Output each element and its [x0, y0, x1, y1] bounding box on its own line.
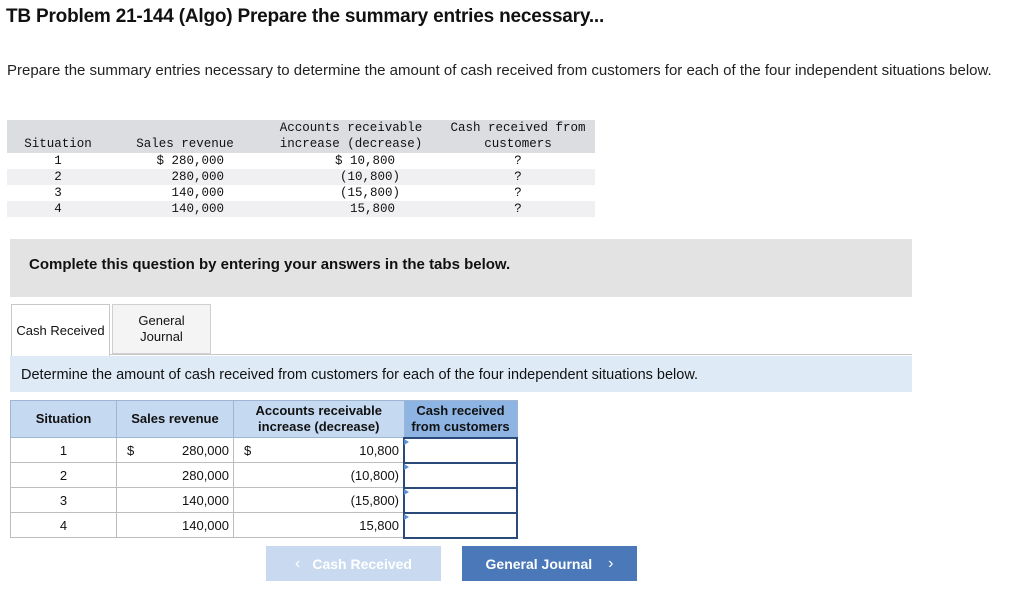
reference-table: Situation Sales revenue Accounts receiva… [7, 120, 595, 217]
ref-cell-cash: ? [441, 169, 595, 185]
table-row: 1 $280,000 $10,800 [10, 436, 518, 464]
next-tab-label: General Journal [485, 555, 593, 572]
chevron-right-icon: › [608, 554, 614, 572]
ref-header-ar: Accounts receivable increase (decrease) [261, 120, 441, 153]
cash-received-input-cell[interactable] [403, 436, 518, 464]
ref-row: 3 140,000 (15,800) ? [7, 185, 595, 201]
ans-cell-sales: 280,000 [116, 462, 234, 488]
ref-cell-situation: 2 [7, 169, 109, 185]
cell-marker-icon [404, 513, 409, 520]
banner-text: Complete this question by entering your … [29, 256, 511, 273]
ans-cell-situation: 3 [10, 487, 117, 513]
ans-cell-situation: 4 [10, 512, 117, 538]
table-row: 3 140,000 (15,800) [10, 486, 518, 514]
ref-cell-cash: ? [514, 186, 522, 200]
ref-cell-sales: $ 280,000 [156, 154, 224, 168]
ref-cell-sales: 140,000 [171, 186, 224, 200]
ans-cell-ar: (15,800) [233, 487, 409, 513]
prev-tab-label: Cash Received [312, 555, 412, 572]
ans-header-situation: Situation [10, 400, 117, 438]
cash-received-input-4[interactable] [405, 514, 516, 536]
ans-header-cash: Cash received from customers [403, 400, 518, 438]
ref-cell-ar: 15,800 [261, 201, 441, 217]
cash-received-input-cell[interactable] [403, 511, 518, 539]
instructions-banner: Complete this question by entering your … [10, 239, 912, 297]
tab-general-journal-label: General Journal [138, 313, 185, 344]
ans-cell-situation: 1 [10, 437, 117, 463]
ref-cell-ar: $ 10,800 [334, 154, 395, 168]
ref-cell-sales: 140,000 [109, 201, 261, 217]
ans-header-ar: Accounts receivable increase (decrease) [233, 400, 405, 438]
ref-cell-cash: ? [514, 154, 522, 168]
tab-general-journal[interactable]: General Journal [112, 304, 211, 354]
table-row: 2 280,000 (10,800) [10, 461, 518, 489]
answer-table: Situation Sales revenue Accounts receiva… [10, 400, 518, 539]
ref-cell-cash: ? [441, 201, 595, 217]
ref-header-sales: Sales revenue [109, 120, 261, 153]
tab-cash-received[interactable]: Cash Received [11, 304, 110, 356]
ref-row: 4 140,000 15,800 ? [7, 201, 595, 217]
tab-instruction: Determine the amount of cash received fr… [10, 356, 912, 392]
ref-cell-ar: (15,800) [339, 186, 400, 200]
tab-divider [110, 354, 912, 355]
cash-received-input-cell[interactable] [403, 486, 518, 514]
table-row: 4 140,000 15,800 [10, 511, 518, 539]
cash-received-input-3[interactable] [405, 489, 516, 511]
problem-prompt: Prepare the summary entries necessary to… [7, 62, 992, 79]
ref-cell-sales: 280,000 [109, 169, 261, 185]
page-title: TB Problem 21-144 (Algo) Prepare the sum… [6, 6, 605, 27]
ref-cell-situation: 3 [54, 186, 62, 200]
chevron-left-icon: ‹ [295, 554, 301, 572]
prev-tab-button[interactable]: ‹ Cash Received [266, 546, 441, 581]
cell-marker-icon [404, 438, 409, 445]
cell-marker-icon [404, 488, 409, 495]
ans-cell-sales: 140,000 [116, 487, 234, 513]
ref-header-cash: Cash received from customers [441, 120, 595, 153]
ans-header-sales: Sales revenue [116, 400, 234, 438]
ref-row: 1 $ 280,000 $ 10,800 ? [7, 153, 595, 169]
ref-cell-ar: (10,800) [261, 169, 441, 185]
ans-cell-ar: (10,800) [233, 462, 409, 488]
ans-cell-situation: 2 [10, 462, 117, 488]
ref-row: 2 280,000 (10,800) ? [7, 169, 595, 185]
cell-marker-icon [404, 463, 409, 470]
cash-received-input-cell[interactable] [403, 461, 518, 489]
ans-cell-ar: $10,800 [233, 437, 409, 463]
next-tab-button[interactable]: General Journal › [462, 546, 637, 581]
cash-received-input-1[interactable] [405, 439, 516, 461]
cash-received-input-2[interactable] [405, 464, 516, 486]
tab-cash-received-label: Cash Received [16, 323, 105, 338]
tab-instruction-text: Determine the amount of cash received fr… [21, 367, 699, 383]
ref-cell-situation: 1 [54, 154, 62, 168]
ref-cell-situation: 4 [7, 201, 109, 217]
ans-cell-sales: 140,000 [116, 512, 234, 538]
ans-cell-ar: 15,800 [233, 512, 409, 538]
ref-header-situation: Situation [7, 120, 109, 153]
ans-cell-sales: $280,000 [116, 437, 234, 463]
